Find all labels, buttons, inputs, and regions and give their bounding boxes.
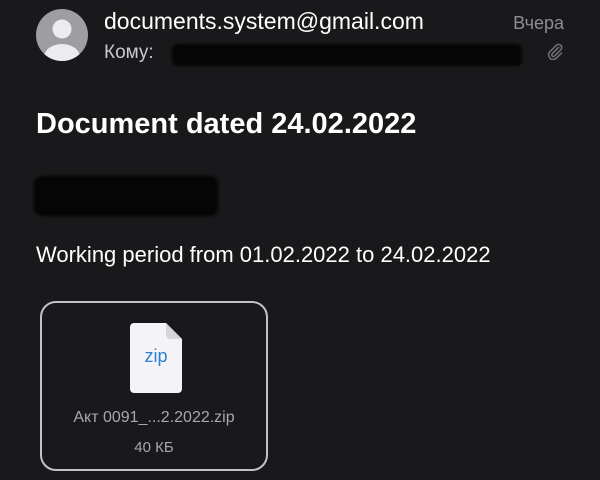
paperclip-icon [547, 43, 563, 60]
file-type-label: zip [144, 346, 168, 366]
attachment-file-size: 40 КБ [134, 439, 174, 456]
to-label: Кому: [104, 42, 154, 63]
sender-email[interactable]: documents.system@gmail.com [104, 7, 424, 35]
attachment-card[interactable]: zip Акт 0091_...2.2022.zip 40 КБ [40, 301, 268, 471]
redacted-text [34, 176, 218, 216]
recipient-row[interactable]: Кому: [104, 40, 522, 66]
sender-avatar[interactable] [36, 9, 88, 61]
person-avatar-icon [44, 19, 80, 61]
attachment-file-name: Акт 0091_...2.2022.zip [73, 409, 235, 426]
message-body: Working period from 01.02.2022 to 24.02.… [36, 242, 491, 267]
received-date: Вчера [513, 13, 564, 33]
message-subject: Document dated 24.02.2022 [36, 108, 417, 140]
redacted-recipient [172, 44, 522, 66]
